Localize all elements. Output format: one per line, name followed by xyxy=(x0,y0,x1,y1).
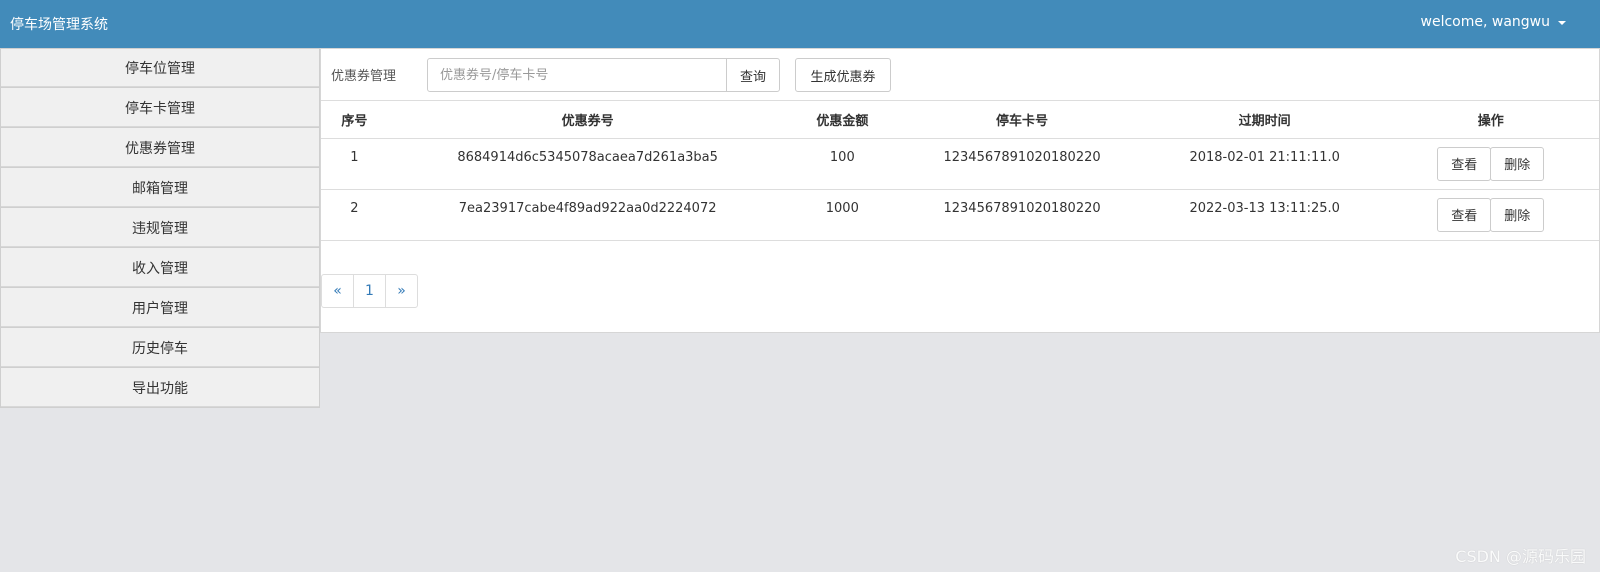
sidebar-item-email[interactable]: 邮箱管理 xyxy=(0,168,320,208)
main-panel: 优惠券管理 查询 生成优惠券 序号 优惠券号 优惠金额 停车卡号 过期时间 操作 xyxy=(320,48,1600,333)
sidebar-item-export[interactable]: 导出功能 xyxy=(0,368,320,408)
cell-index: 1 xyxy=(321,138,388,190)
sidebar: 停车位管理 停车卡管理 优惠券管理 邮箱管理 违规管理 收入管理 用户管理 历史… xyxy=(0,48,320,408)
cell-actions: 查看 删除 xyxy=(1382,138,1599,190)
page-number-button[interactable]: 1 xyxy=(353,274,386,308)
column-header-card-no: 停车卡号 xyxy=(897,101,1147,139)
cell-index: 2 xyxy=(321,189,388,241)
sidebar-item-coupon[interactable]: 优惠券管理 xyxy=(0,128,320,168)
sidebar-item-income[interactable]: 收入管理 xyxy=(0,248,320,288)
sidebar-item-history[interactable]: 历史停车 xyxy=(0,328,320,368)
sidebar-item-label: 收入管理 xyxy=(132,260,188,277)
sidebar-item-parking-card[interactable]: 停车卡管理 xyxy=(0,88,320,128)
delete-button[interactable]: 删除 xyxy=(1490,146,1545,181)
cell-amount: 100 xyxy=(787,138,898,190)
cell-actions: 查看 删除 xyxy=(1382,189,1599,241)
caret-down-icon xyxy=(1558,21,1566,25)
sidebar-item-parking-space[interactable]: 停车位管理 xyxy=(0,48,320,88)
page-next-button[interactable]: » xyxy=(385,274,418,308)
cell-card-no: 1234567891020180220 xyxy=(897,138,1147,190)
sidebar-item-label: 历史停车 xyxy=(132,340,188,357)
sidebar-item-users[interactable]: 用户管理 xyxy=(0,288,320,328)
sidebar-item-label: 优惠券管理 xyxy=(125,140,195,157)
column-header-index: 序号 xyxy=(321,101,388,139)
search-input[interactable] xyxy=(427,58,727,92)
app-title: 停车场管理系统 xyxy=(10,17,108,33)
sidebar-item-label: 停车位管理 xyxy=(125,61,195,77)
column-header-amount: 优惠金额 xyxy=(787,101,898,139)
toolbar: 优惠券管理 查询 生成优惠券 xyxy=(321,49,1599,101)
cell-coupon-no: 8684914d6c5345078acaea7d261a3ba5 xyxy=(387,138,788,190)
toolbar-title: 优惠券管理 xyxy=(331,69,397,84)
cell-expire: 2022-03-13 13:11:25.0 xyxy=(1146,189,1383,241)
coupon-table: 序号 优惠券号 优惠金额 停车卡号 过期时间 操作 1 8684914d6c53… xyxy=(321,101,1599,241)
sidebar-item-label: 导出功能 xyxy=(132,380,188,397)
watermark: CSDN @源码乐园 xyxy=(1455,547,1586,566)
table-row: 2 7ea23917cabe4f89ad922aa0d2224072 1000 … xyxy=(321,189,1599,241)
table-header-row: 序号 优惠券号 优惠金额 停车卡号 过期时间 操作 xyxy=(321,101,1599,139)
sidebar-item-label: 停车卡管理 xyxy=(125,100,195,117)
delete-button[interactable]: 删除 xyxy=(1490,197,1545,232)
sidebar-item-violation[interactable]: 违规管理 xyxy=(0,208,320,248)
user-menu[interactable]: welcome, wangwu xyxy=(1421,14,1566,30)
sidebar-item-label: 用户管理 xyxy=(132,300,188,317)
generate-coupon-button[interactable]: 生成优惠券 xyxy=(795,58,891,92)
view-button[interactable]: 查看 xyxy=(1437,146,1492,181)
page-prev-button[interactable]: « xyxy=(321,274,354,308)
cell-expire: 2018-02-01 21:11:11.0 xyxy=(1146,138,1383,190)
column-header-coupon-no: 优惠券号 xyxy=(387,101,788,139)
cell-amount: 1000 xyxy=(787,189,898,241)
view-button[interactable]: 查看 xyxy=(1437,197,1492,232)
pagination: « 1 » xyxy=(321,274,418,308)
user-menu-label: welcome, wangwu xyxy=(1420,14,1550,30)
cell-card-no: 1234567891020180220 xyxy=(897,189,1147,241)
cell-coupon-no: 7ea23917cabe4f89ad922aa0d2224072 xyxy=(387,189,788,241)
top-navbar: 停车场管理系统 welcome, wangwu xyxy=(0,0,1600,48)
table-row: 1 8684914d6c5345078acaea7d261a3ba5 100 1… xyxy=(321,138,1599,190)
sidebar-item-label: 违规管理 xyxy=(132,220,188,237)
query-button[interactable]: 查询 xyxy=(726,58,780,92)
column-header-actions: 操作 xyxy=(1382,101,1599,139)
sidebar-item-label: 邮箱管理 xyxy=(132,180,188,197)
column-header-expire: 过期时间 xyxy=(1146,101,1383,139)
